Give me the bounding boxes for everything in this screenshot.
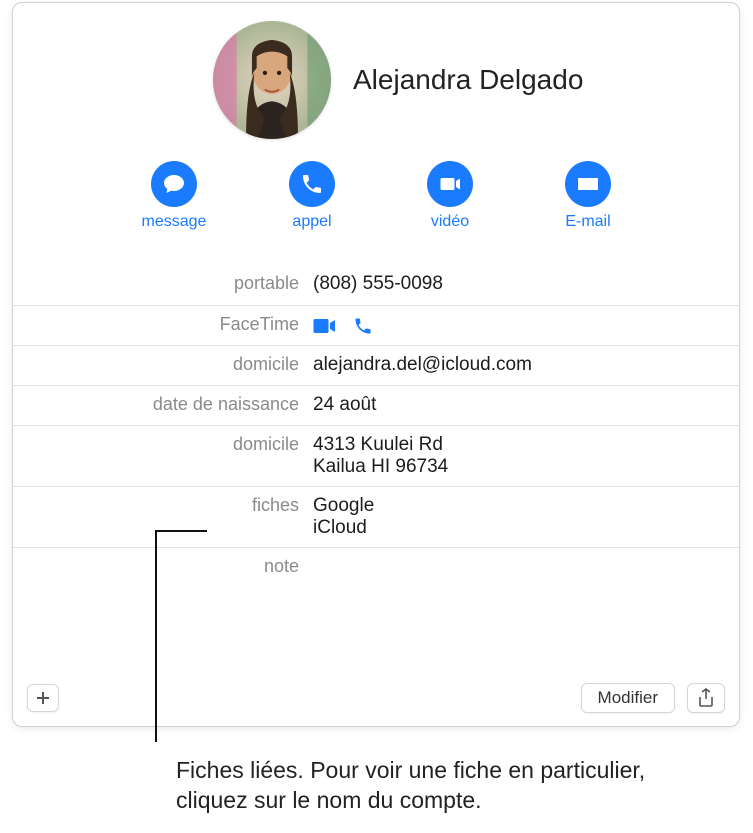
value-mobile[interactable]: (808) 555-0098 xyxy=(313,273,739,297)
contact-header: Alejandra Delgado xyxy=(13,3,739,139)
avatar-image-icon xyxy=(213,21,331,139)
share-icon xyxy=(698,688,714,708)
message-icon xyxy=(162,172,186,196)
value-facetime xyxy=(313,314,739,337)
label-birthday: date de naissance xyxy=(13,394,313,417)
facetime-audio-icon[interactable] xyxy=(351,316,375,336)
share-button[interactable] xyxy=(687,683,725,713)
label-home-address: domicile xyxy=(13,434,313,478)
row-home-address: domicile 4313 Kuulei Rd Kailua HI 96734 xyxy=(13,425,739,486)
row-birthday: date de naissance 24 août xyxy=(13,385,739,425)
addr-line1: 4313 Kuulei Rd xyxy=(313,434,719,456)
email-button[interactable]: E-mail xyxy=(543,161,633,231)
row-note: note xyxy=(13,547,739,587)
row-home-email: domicile alejandra.del@icloud.com xyxy=(13,345,739,385)
card-link-google[interactable]: Google xyxy=(313,495,719,517)
callout-line xyxy=(155,530,157,742)
facetime-video-icon[interactable] xyxy=(313,316,337,336)
video-button[interactable]: vidéo xyxy=(405,161,495,231)
action-row: message appel vidéo E-mail xyxy=(13,161,739,231)
value-home-address[interactable]: 4313 Kuulei Rd Kailua HI 96734 xyxy=(313,434,739,478)
message-label: message xyxy=(142,213,207,231)
video-label: vidéo xyxy=(431,213,469,231)
value-note[interactable] xyxy=(313,556,739,579)
modify-button[interactable]: Modifier xyxy=(581,683,675,713)
label-mobile: portable xyxy=(13,273,313,297)
add-button[interactable] xyxy=(27,684,59,712)
row-facetime: FaceTime xyxy=(13,305,739,345)
addr-line2: Kailua HI 96734 xyxy=(313,456,719,478)
email-label: E-mail xyxy=(565,213,610,231)
value-cards: Google iCloud xyxy=(313,495,739,539)
value-birthday: 24 août xyxy=(313,394,739,417)
plus-icon xyxy=(36,691,50,705)
message-button[interactable]: message xyxy=(129,161,219,231)
avatar[interactable] xyxy=(213,21,331,139)
contact-card-window: Alejandra Delgado message appel vidéo E-… xyxy=(12,2,740,727)
details-list: portable (808) 555-0098 FaceTime domicil… xyxy=(13,265,739,587)
value-home-email[interactable]: alejandra.del@icloud.com xyxy=(313,354,739,377)
bottom-toolbar: Modifier xyxy=(13,670,739,726)
call-button[interactable]: appel xyxy=(267,161,357,231)
mail-icon xyxy=(576,172,600,196)
call-label: appel xyxy=(292,213,331,231)
caption-text: Fiches liées. Pour voir une fiche en par… xyxy=(176,756,716,816)
label-note: note xyxy=(13,556,313,579)
label-facetime: FaceTime xyxy=(13,314,313,337)
video-icon xyxy=(438,172,462,196)
row-cards: fiches Google iCloud xyxy=(13,486,739,547)
label-cards: fiches xyxy=(13,495,313,539)
label-home-email: domicile xyxy=(13,354,313,377)
card-link-icloud[interactable]: iCloud xyxy=(313,517,719,539)
phone-icon xyxy=(300,172,324,196)
row-mobile: portable (808) 555-0098 xyxy=(13,265,739,305)
contact-name: Alejandra Delgado xyxy=(353,64,583,96)
